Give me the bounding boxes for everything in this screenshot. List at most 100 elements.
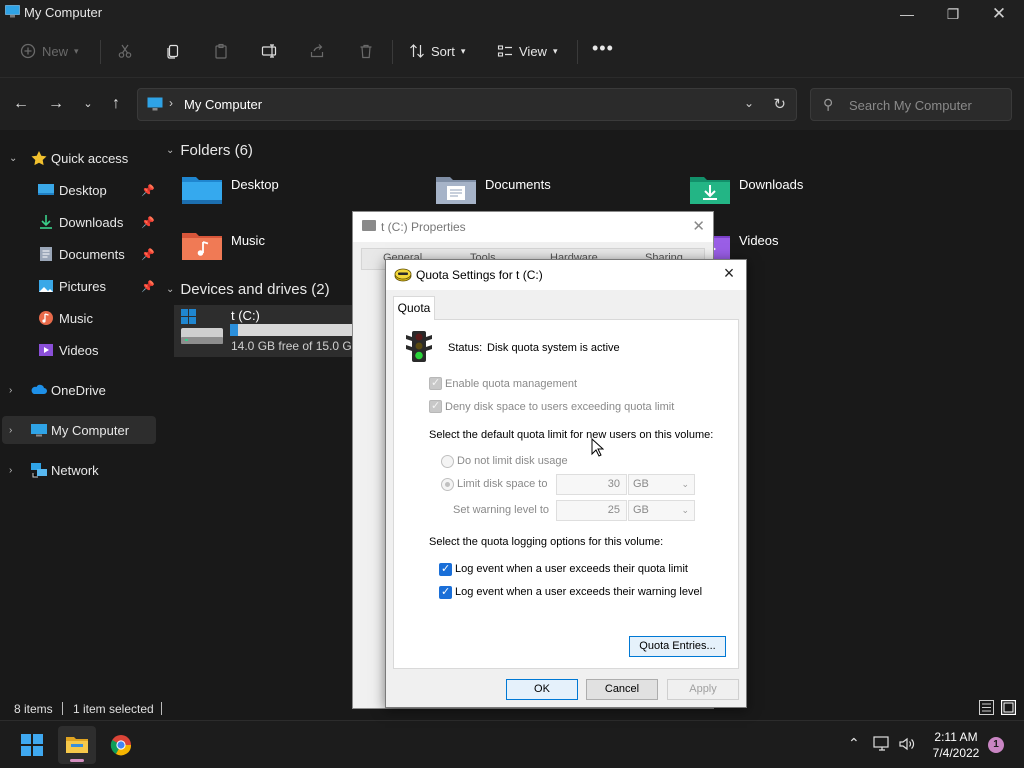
sidebar-item-onedrive[interactable]: › OneDrive xyxy=(0,376,158,404)
drives-section-header[interactable]: ⌄ Devices and drives (2) xyxy=(166,281,330,298)
hard-drive-icon xyxy=(181,309,223,344)
document-icon xyxy=(40,247,52,261)
document-folder-icon xyxy=(436,177,476,204)
sidebar-item-label: My Computer xyxy=(51,422,130,438)
sort-button[interactable]: Sort ▾ xyxy=(409,38,465,64)
volume-icon[interactable] xyxy=(898,736,916,752)
tab-quota[interactable]: Quota xyxy=(393,296,435,320)
sidebar-item-videos[interactable]: Videos xyxy=(0,336,158,364)
copy-icon xyxy=(167,44,179,59)
drive-c-tile[interactable]: t (C:) 14.0 GB free of 15.0 GB xyxy=(174,305,360,357)
chevron-up-icon[interactable]: ⌃ xyxy=(848,735,860,752)
sidebar-item-music[interactable]: Music xyxy=(0,304,158,332)
pin-icon[interactable]: 📌 xyxy=(141,216,155,229)
sidebar-item-pictures[interactable]: Pictures 📌 xyxy=(0,272,158,300)
scissors-icon xyxy=(118,44,132,58)
minimize-button[interactable]: — xyxy=(884,3,930,25)
rename-button[interactable] xyxy=(261,38,279,64)
address-bar[interactable]: › My Computer ⌄ ↻ xyxy=(137,88,797,121)
sidebar-item-desktop[interactable]: Desktop 📌 xyxy=(0,176,158,204)
maximize-button[interactable]: ❐ xyxy=(930,3,976,25)
delete-button[interactable] xyxy=(358,38,374,64)
folder-name: Documents xyxy=(485,177,551,192)
sidebar-item-label: Music xyxy=(59,310,93,326)
forward-button[interactable]: → xyxy=(44,92,68,116)
new-button[interactable]: New ▾ xyxy=(20,38,79,64)
recent-locations-button[interactable]: ⌄ xyxy=(76,92,100,116)
pin-icon[interactable]: 📌 xyxy=(141,280,155,293)
desktop-folder-icon xyxy=(38,184,54,195)
log-warning-checkbox[interactable]: ✓ xyxy=(439,586,452,599)
more-options-button[interactable]: ••• xyxy=(592,35,614,61)
up-button[interactable]: ↑ xyxy=(104,92,128,116)
warning-value-field[interactable]: 25 xyxy=(556,500,627,521)
monitor-network-icon[interactable] xyxy=(873,736,891,752)
log-warning-label: Log event when a user exceeds their warn… xyxy=(455,586,703,598)
network-icon xyxy=(31,463,47,478)
chevron-right-icon[interactable]: › xyxy=(9,385,12,396)
search-box[interactable]: ⚲ xyxy=(810,88,1012,121)
quota-entries-button[interactable]: Quota Entries... xyxy=(629,636,726,657)
sidebar-item-quick-access[interactable]: ⌄ Quick access xyxy=(0,144,158,172)
paste-button[interactable] xyxy=(213,38,229,64)
close-button[interactable]: ✕ xyxy=(976,3,1022,25)
start-button[interactable] xyxy=(13,726,51,764)
share-button[interactable] xyxy=(309,38,325,64)
quota-title-bar: Quota Settings for t (C:) × xyxy=(386,260,746,290)
refresh-icon[interactable]: ↻ xyxy=(773,95,786,113)
copy-button[interactable] xyxy=(165,38,181,64)
view-button[interactable]: View ▾ xyxy=(497,38,557,64)
pin-icon[interactable]: 📌 xyxy=(141,248,155,261)
folder-name: Videos xyxy=(739,233,779,248)
quota-settings-dialog: Quota Settings for t (C:) × Quota Status… xyxy=(385,259,747,708)
chevron-right-icon[interactable]: › xyxy=(9,465,12,476)
sidebar-item-label: Network xyxy=(51,462,99,478)
log-limit-checkbox[interactable]: ✓ xyxy=(439,563,452,576)
chevron-right-icon: › xyxy=(169,96,173,110)
cut-button[interactable] xyxy=(117,38,133,64)
chrome-taskbar-button[interactable] xyxy=(102,726,140,764)
sidebar-item-network[interactable]: › Network xyxy=(0,456,158,484)
large-icons-view-icon[interactable] xyxy=(1001,700,1016,715)
no-limit-radio[interactable] xyxy=(441,455,454,468)
pin-icon[interactable]: 📌 xyxy=(141,184,155,197)
details-view-icon[interactable] xyxy=(979,700,994,715)
properties-close-icon[interactable]: ✕ xyxy=(692,217,705,235)
deny-space-label: Deny disk space to users exceeding quota… xyxy=(445,401,675,413)
drive-usage-bar xyxy=(230,324,352,336)
search-input[interactable] xyxy=(849,95,1007,115)
properties-title: t (C:) Properties xyxy=(381,220,466,234)
ok-button[interactable]: OK xyxy=(506,679,578,700)
cancel-button[interactable]: Cancel xyxy=(586,679,658,700)
notification-badge[interactable]: 1 xyxy=(988,737,1004,753)
quota-close-icon[interactable]: × xyxy=(718,263,740,284)
chevron-down-icon[interactable]: ⌄ xyxy=(744,96,754,110)
limit-disk-radio[interactable] xyxy=(441,478,454,491)
deny-space-checkbox[interactable]: ✓ xyxy=(429,400,442,413)
enable-quota-label: Enable quota management xyxy=(445,378,578,390)
sidebar-item-my-computer[interactable]: › My Computer xyxy=(2,416,156,444)
quota-tab-panel: Status: Disk quota system is active ✓ En… xyxy=(393,319,739,669)
apply-button[interactable]: Apply xyxy=(667,679,739,700)
back-button[interactable]: ← xyxy=(9,92,33,116)
search-icon: ⚲ xyxy=(823,96,834,112)
sidebar-item-documents[interactable]: Documents 📌 xyxy=(0,240,158,268)
no-limit-label: Do not limit disk usage xyxy=(457,455,568,467)
chevron-right-icon[interactable]: › xyxy=(9,425,12,436)
folders-header-text: Folders (6) xyxy=(180,142,253,159)
folder-name: Desktop xyxy=(231,177,279,192)
clock[interactable]: 2:11 AM 7/4/2022 xyxy=(926,729,986,761)
folders-section-header[interactable]: ⌄ Folders (6) xyxy=(166,142,253,159)
sidebar-item-downloads[interactable]: Downloads 📌 xyxy=(0,208,158,236)
chevron-down-icon[interactable]: ⌄ xyxy=(9,153,17,164)
drive-free-space: 14.0 GB free of 15.0 GB xyxy=(231,339,360,353)
toolbar-divider xyxy=(100,40,101,64)
limit-unit-select[interactable]: GB ⌄ xyxy=(628,474,695,495)
file-explorer-taskbar-button[interactable] xyxy=(58,726,96,764)
desktop-folder-icon xyxy=(182,177,222,204)
limit-value-field[interactable]: 30 xyxy=(556,474,627,495)
videos-icon xyxy=(39,344,53,356)
enable-quota-checkbox[interactable]: ✓ xyxy=(429,377,442,390)
mouse-pointer-icon xyxy=(591,438,604,457)
warning-unit-select[interactable]: GB ⌄ xyxy=(628,500,695,521)
